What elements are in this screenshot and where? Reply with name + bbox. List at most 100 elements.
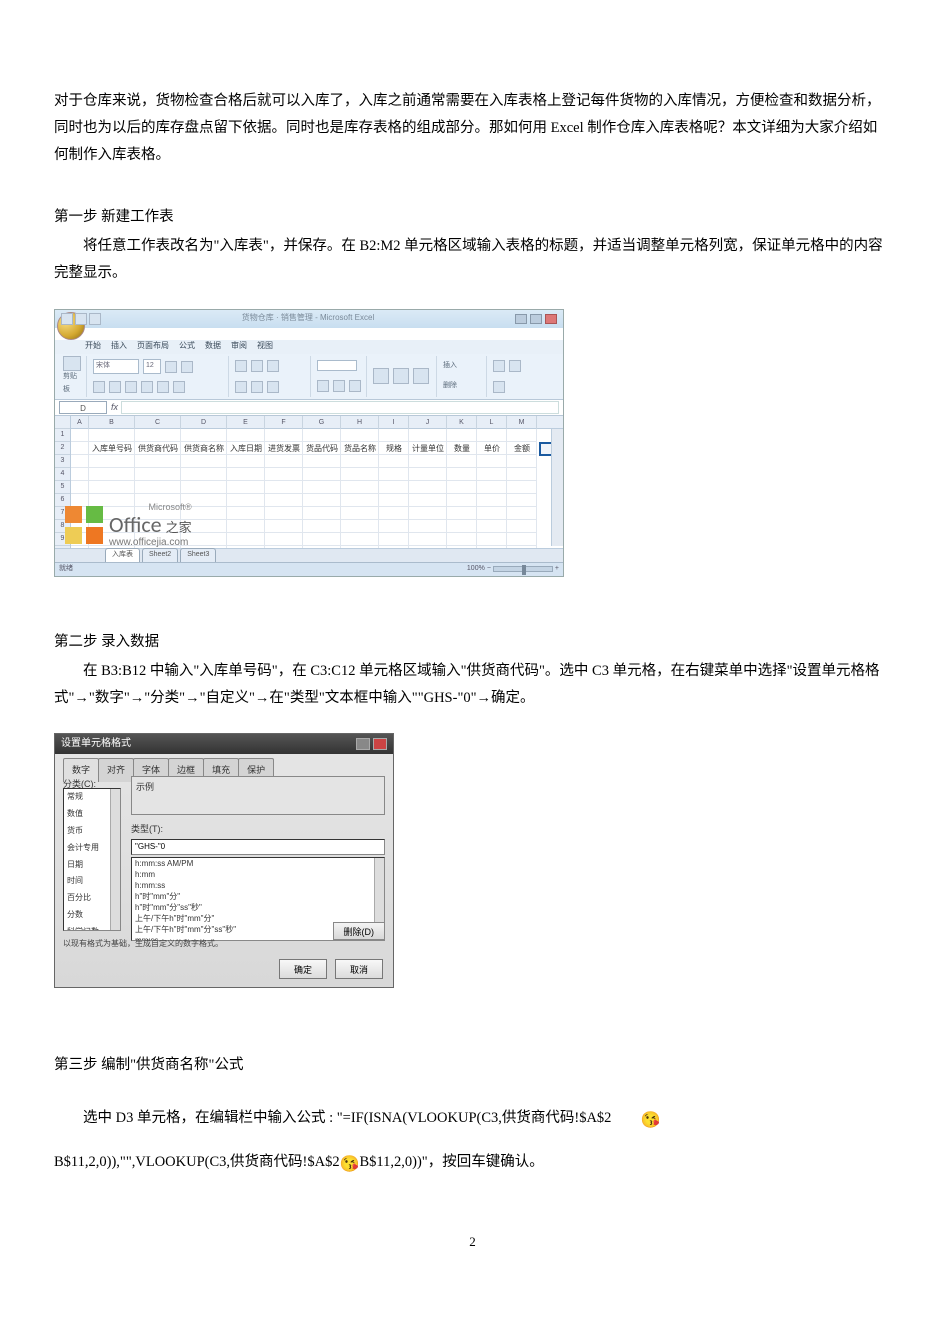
row-header[interactable]: 5 (55, 481, 70, 494)
type-list-item[interactable]: h"时"mm"分" (132, 891, 384, 902)
align-right-icon[interactable] (267, 381, 279, 393)
col-header[interactable]: K (447, 416, 477, 429)
step3-paragraph-1: 选中 D3 单元格，在编辑栏中输入公式 : "=IF(ISNA(VLOOKUP(… (54, 1101, 891, 1140)
ribbon-tab[interactable]: 插入 (111, 339, 127, 354)
window-controls (515, 314, 557, 324)
type-list-item[interactable]: h:mm:ss (132, 880, 384, 891)
category-listbox[interactable]: 常规数值货币会计专用日期时间百分比分数科学记数文本特殊自定义 (63, 788, 121, 931)
table-header-cell: 供货商代码 (135, 442, 181, 457)
clipboard-group: 剪贴板 (59, 356, 87, 397)
bold-icon[interactable] (93, 381, 105, 393)
sample-label: 示例 (136, 782, 154, 792)
col-header[interactable]: I (379, 416, 409, 429)
ribbon-tab[interactable]: 审阅 (231, 339, 247, 354)
ribbon: 剪贴板 宋体 12 (55, 354, 563, 400)
currency-icon[interactable] (317, 380, 329, 392)
type-list-item[interactable]: h"时"mm"分"ss"秒" (132, 902, 384, 913)
formula-input[interactable] (121, 401, 559, 414)
sheet-tab[interactable]: 入库表 (105, 548, 140, 562)
font-name[interactable]: 宋体 (93, 359, 139, 374)
name-box[interactable]: D (59, 401, 107, 414)
align-mid-icon[interactable] (251, 360, 263, 372)
logo-office: Office (109, 511, 162, 538)
font-color-icon[interactable] (173, 381, 185, 393)
align-top-icon[interactable] (235, 360, 247, 372)
sort-icon[interactable] (509, 360, 521, 372)
col-header[interactable]: C (135, 416, 181, 429)
ribbon-tab[interactable]: 数据 (205, 339, 221, 354)
grow-font-icon[interactable] (165, 361, 177, 373)
ribbon-tab[interactable]: 公式 (179, 339, 195, 354)
fill-color-icon[interactable] (157, 381, 169, 393)
table-header-cell: 计量单位 (409, 442, 447, 457)
col-header[interactable]: F (265, 416, 303, 429)
select-all[interactable] (55, 416, 70, 429)
maximize-icon[interactable] (530, 314, 542, 324)
type-list-item[interactable]: h:mm (132, 869, 384, 880)
excel-screenshot: 货物仓库 · 销售管理 - Microsoft Excel 开始 插入 页面布局… (54, 309, 564, 577)
sheet-tab[interactable]: Sheet2 (142, 548, 178, 562)
ribbon-tab[interactable]: 页面布局 (137, 339, 169, 354)
align-center-icon[interactable] (251, 381, 263, 393)
table-header-cell: 规格 (379, 442, 409, 457)
listbox-scrollbar[interactable] (110, 789, 120, 930)
table-header-row: 入库单号码供货商代码供货商名称入库日期进货发票货品代码货品名称规格计量单位数量单… (89, 442, 537, 457)
cell-styles-icon[interactable] (413, 368, 429, 384)
col-header[interactable]: G (303, 416, 341, 429)
find-icon[interactable] (493, 381, 505, 393)
row-header[interactable]: 2 (55, 442, 70, 455)
ok-button[interactable]: 确定 (279, 959, 327, 979)
type-input[interactable] (131, 839, 385, 855)
italic-icon[interactable] (109, 381, 121, 393)
row-header[interactable]: 1 (55, 429, 70, 442)
underline-icon[interactable] (125, 381, 137, 393)
step2-title: 第二步 录入数据 (54, 629, 891, 656)
minimize-icon[interactable] (515, 314, 527, 324)
sum-icon[interactable] (493, 360, 505, 372)
type-list-item[interactable]: h:mm:ss AM/PM (132, 858, 384, 869)
watermark-logo: Microsoft® Office 之家 www.officejia.com (65, 503, 192, 548)
percent-icon[interactable] (333, 380, 345, 392)
help-icon[interactable] (356, 738, 370, 750)
logo-suffix: 之家 (166, 520, 192, 535)
row-header[interactable]: 3 (55, 455, 70, 468)
col-header[interactable]: L (477, 416, 507, 429)
align-left-icon[interactable] (235, 381, 247, 393)
col-header[interactable]: H (341, 416, 379, 429)
shrink-font-icon[interactable] (181, 361, 193, 373)
close-icon[interactable] (545, 314, 557, 324)
cancel-button[interactable]: 取消 (335, 959, 383, 979)
comma-icon[interactable] (349, 380, 361, 392)
fx-icon[interactable]: fx (111, 399, 118, 416)
editing-group (489, 356, 537, 397)
ribbon-tab[interactable]: 开始 (85, 339, 101, 354)
status-text: 就绪 (59, 563, 73, 576)
table-header-cell: 供货商名称 (181, 442, 227, 457)
row-header[interactable]: 4 (55, 468, 70, 481)
number-group (313, 356, 367, 397)
number-format[interactable] (317, 360, 357, 371)
sheet-tab[interactable]: Sheet3 (180, 548, 216, 562)
table-header-cell: 入库单号码 (89, 442, 135, 457)
close-icon[interactable] (373, 738, 387, 750)
ribbon-tab[interactable]: 视图 (257, 339, 273, 354)
zoom-control[interactable]: 100% −+ (467, 563, 559, 576)
col-header[interactable]: B (89, 416, 135, 429)
table-format-icon[interactable] (393, 368, 409, 384)
col-header[interactable]: E (227, 416, 265, 429)
vertical-scrollbar[interactable] (551, 429, 563, 546)
sample-box: 示例 (131, 776, 385, 815)
table-header-cell: 进货发票 (265, 442, 303, 457)
delete-button[interactable]: 删除(D) (333, 922, 386, 940)
cond-format-icon[interactable] (373, 368, 389, 384)
col-header[interactable]: A (71, 416, 89, 429)
intro-paragraph: 对于仓库来说，货物检查合格后就可以入库了，入库之前通常需要在入库表格上登记每件货… (54, 88, 891, 168)
font-size[interactable]: 12 (143, 359, 161, 374)
paste-icon[interactable] (63, 356, 81, 371)
border-icon[interactable] (141, 381, 153, 393)
align-bot-icon[interactable] (267, 360, 279, 372)
col-header[interactable]: D (181, 416, 227, 429)
col-header[interactable]: M (507, 416, 537, 429)
step2-paragraph: 在 B3:B12 中输入"入库单号码"，在 C3:C12 单元格区域输入"供货商… (54, 658, 891, 712)
col-header[interactable]: J (409, 416, 447, 429)
